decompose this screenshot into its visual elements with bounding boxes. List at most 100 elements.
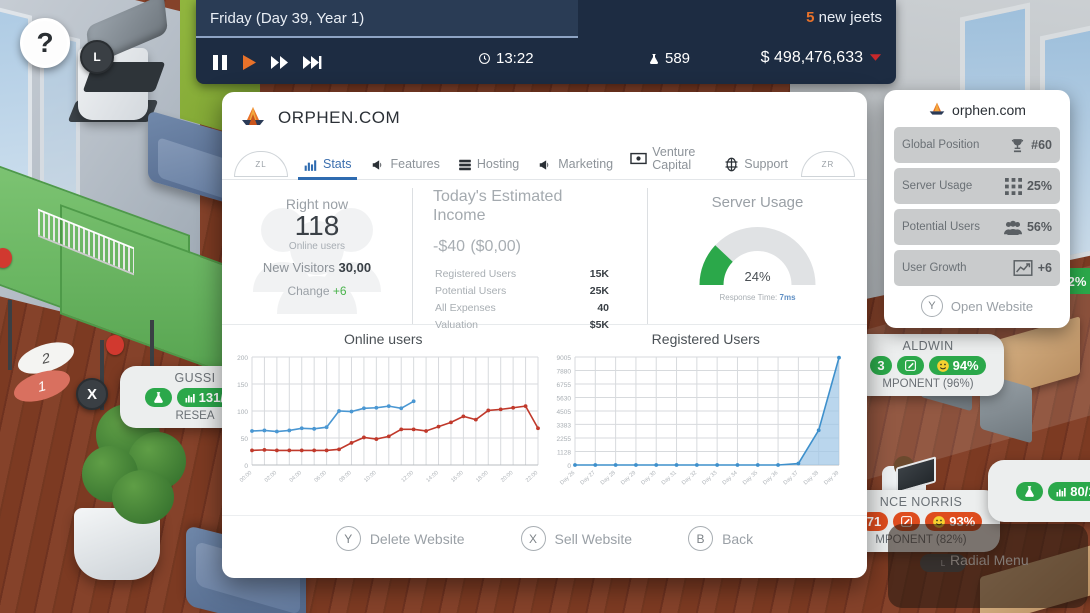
data-point: [613, 463, 618, 467]
y-tick-label: 1128: [557, 449, 571, 456]
ping-pong-paddle: [106, 335, 124, 355]
money-display[interactable]: $ 498,476,633: [761, 49, 882, 67]
data-point: [511, 405, 516, 410]
response-time-label: Response Time:: [719, 293, 778, 302]
table-row: Registered Users 15K: [435, 267, 609, 282]
data-point: [337, 409, 341, 413]
tab-support[interactable]: Support: [715, 154, 797, 179]
site-domain: orphen.com: [952, 102, 1026, 118]
play-icon[interactable]: [242, 54, 257, 71]
data-point: [349, 409, 354, 414]
x-tick-label: Day 34: [721, 470, 738, 486]
x-tick-label: Day 37: [782, 470, 799, 486]
users-icon: [1003, 220, 1022, 235]
x-tick-label: 20:00: [500, 470, 514, 484]
data-point: [523, 404, 528, 409]
y-tick-label: 6755: [556, 382, 571, 389]
y-tick-label: 150: [237, 382, 248, 389]
tab-stats[interactable]: Stats: [294, 155, 361, 180]
y-tick-label: 0: [567, 463, 571, 470]
response-time-row: Response Time: 7ms: [648, 293, 867, 302]
action-label: Open Website: [950, 298, 1034, 314]
megaphone-icon: [370, 158, 386, 172]
l-button-label: L: [93, 50, 101, 64]
x-tick-label: 14:00: [425, 470, 439, 484]
table-row: Potential Users 25K: [435, 284, 609, 299]
help-button[interactable]: ?: [20, 18, 70, 68]
new-visitors-value: 30,00: [338, 260, 372, 275]
x-prompt-button[interactable]: X: [76, 378, 108, 410]
level-pill: 3: [870, 356, 892, 375]
y-button-glyph: Y: [335, 526, 361, 551]
data-point: [755, 463, 760, 467]
tab-marketing[interactable]: Marketing: [528, 155, 621, 179]
income-card: Today's Estimated Income -$40 ($0,00) Re…: [412, 188, 647, 331]
server-usage-percent: 24%: [744, 269, 771, 284]
character-task: RESE: [998, 504, 1090, 516]
tab-features[interactable]: Features: [361, 155, 449, 179]
character-stats: 3 94%: [862, 356, 994, 375]
pause-icon[interactable]: [212, 54, 228, 71]
online-users-value: 118: [294, 210, 340, 241]
x-tick-label: Day 38: [802, 470, 819, 486]
character-card[interactable]: ALEX 80/19 RESE: [988, 460, 1090, 522]
bumper-zr-button[interactable]: ZR: [801, 151, 855, 177]
x-tick-label: Day 33: [701, 470, 718, 486]
row-value: 25K: [589, 285, 609, 298]
sell-website-button[interactable]: X Sell Website: [520, 526, 633, 551]
character-card[interactable]: ALDWIN 3 94% MPONENT (96%): [852, 334, 1004, 396]
summary-row-global-position[interactable]: Global Position #60: [894, 127, 1060, 163]
data-point: [498, 407, 503, 412]
data-point: [299, 448, 304, 453]
flask-icon: [1016, 482, 1044, 501]
floor-marker-label: 1: [38, 377, 46, 395]
summary-row-user-growth[interactable]: User Growth +6: [894, 250, 1060, 286]
bumper-zl-button[interactable]: ZL: [234, 151, 288, 177]
summary-row-server-usage[interactable]: Server Usage 25%: [894, 168, 1060, 204]
row-label: User Growth: [902, 261, 967, 274]
x-tick-label: 10:00: [363, 470, 377, 484]
charts-row: Online users 0 50 100 150 200 00:00 02:00 04:00…: [222, 325, 867, 515]
data-point: [250, 448, 254, 453]
online-users-chart: Online users 0 50 100 150 200 00:00 02:00 04:00…: [222, 331, 545, 515]
skip-icon[interactable]: [303, 55, 322, 70]
y-tick-label: 4505: [556, 409, 571, 416]
series-line: [251, 405, 539, 452]
back-button[interactable]: B Back: [688, 526, 753, 551]
b-button-glyph: B: [688, 526, 714, 551]
chart-title: Online users: [343, 331, 423, 347]
fast-forward-icon[interactable]: [271, 55, 289, 70]
tab-hosting[interactable]: Hosting: [449, 155, 528, 179]
jeets-label: new jeets: [818, 9, 882, 26]
research-points: 589: [648, 50, 690, 67]
bar-chart-icon: [303, 158, 318, 172]
summary-row-potential-users[interactable]: Potential Users 56%: [894, 209, 1060, 245]
tab-label: Support: [744, 156, 789, 171]
x-button-label: X: [86, 385, 97, 403]
x-tick-label: 22:00: [525, 470, 539, 484]
row-value: #60: [1031, 138, 1052, 152]
data-point: [424, 429, 428, 433]
change-row: Change +6: [222, 284, 412, 298]
level-value: 3: [877, 358, 885, 373]
clock-value: 13:22: [496, 50, 534, 67]
delete-website-button[interactable]: Y Delete Website: [335, 526, 465, 551]
trend-up-icon: [1013, 260, 1033, 276]
jeets-count: 5: [806, 9, 815, 26]
y-tick-label: 5630: [556, 395, 571, 402]
tab-venture-capital[interactable]: Venture Capital: [621, 143, 715, 179]
banknote-icon: [630, 152, 647, 165]
server-usage-gauge: 24%: [695, 217, 820, 294]
x-tick-label: Day 35: [741, 470, 758, 486]
x-tick-label: Day 27: [579, 470, 596, 486]
jeets-notification[interactable]: 5 new jeets: [806, 9, 882, 26]
shoulder-l-button[interactable]: L: [80, 40, 114, 74]
date-label: Friday (Day 39, Year 1): [210, 9, 365, 27]
x-tick-label: 04:00: [289, 470, 303, 484]
plant-foliage: [112, 470, 174, 524]
x-tick-label: 06:00: [314, 470, 328, 484]
data-point: [399, 406, 404, 411]
open-website-button[interactable]: Y Open Website: [894, 295, 1060, 317]
action-label: Sell Website: [554, 530, 633, 547]
row-label: All Expenses: [435, 302, 496, 315]
